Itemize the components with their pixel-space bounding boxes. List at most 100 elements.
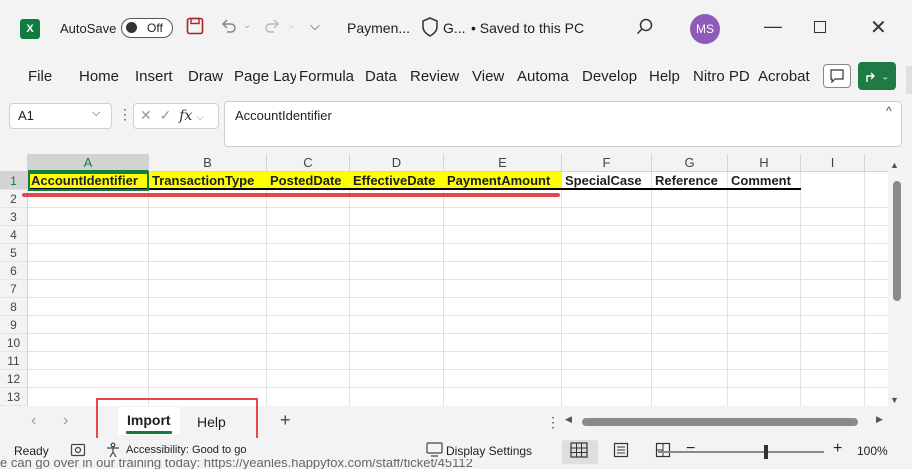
more-tabs-icon[interactable]: ⋮ — [546, 414, 560, 431]
annotation-box — [96, 398, 258, 442]
customize-qat-icon[interactable]: ⌵ — [310, 18, 320, 34]
shield-icon[interactable] — [421, 17, 439, 42]
tab-file[interactable]: File — [28, 68, 52, 85]
collapse-formula-icon[interactable]: ^ — [886, 104, 892, 118]
row-header-4[interactable]: 4 — [0, 226, 28, 244]
search-icon[interactable] — [636, 18, 654, 41]
row-header-8[interactable]: 8 — [0, 298, 28, 316]
tab-home[interactable]: Home — [79, 68, 119, 85]
cell-d1[interactable]: EffectiveDate — [350, 172, 444, 190]
row-header-12[interactable]: 12 — [0, 370, 28, 388]
horizontal-scroll-thumb[interactable] — [582, 418, 858, 426]
row-header-10[interactable]: 10 — [0, 334, 28, 352]
zoom-out-button[interactable]: − — [686, 440, 695, 458]
saved-status[interactable]: • Saved to this PC — [471, 20, 584, 36]
gridline — [28, 225, 888, 226]
cell-e1[interactable]: PaymentAmount — [444, 172, 562, 190]
document-title[interactable]: Paymen... — [347, 20, 410, 36]
zoom-slider[interactable] — [658, 451, 824, 453]
display-settings[interactable]: Display Settings — [446, 444, 532, 458]
vertical-scroll-thumb[interactable] — [893, 181, 901, 301]
scroll-left-icon[interactable]: ◀ — [565, 414, 572, 425]
gridline — [28, 207, 888, 208]
autosave-toggle[interactable]: Off — [121, 18, 173, 38]
column-header-e[interactable]: E — [444, 154, 562, 172]
share-button[interactable]: ⌄ — [858, 62, 896, 90]
column-header-a[interactable]: A — [28, 154, 149, 172]
tab-page-layout[interactable]: Page Lay — [234, 68, 296, 85]
tab-formulas[interactable]: Formula — [299, 68, 359, 85]
more-options-icon[interactable]: ⋮ — [118, 106, 132, 123]
redo-dropdown-icon[interactable]: ⌄ — [287, 20, 295, 31]
column-header-d[interactable]: D — [350, 154, 444, 172]
scroll-down-icon[interactable]: ▼ — [890, 395, 899, 405]
excel-logo-icon: X — [20, 19, 40, 39]
select-all-corner[interactable] — [0, 154, 28, 172]
formula-input[interactable]: AccountIdentifier — [224, 101, 902, 147]
cell-c1[interactable]: PostedDate — [267, 172, 350, 190]
row-header-7[interactable]: 7 — [0, 280, 28, 298]
zoom-in-button[interactable]: + — [833, 440, 842, 458]
tab-draw[interactable]: Draw — [188, 68, 223, 85]
save-icon[interactable] — [186, 17, 204, 40]
column-header-extra[interactable] — [865, 154, 888, 172]
scroll-up-icon[interactable]: ▲ — [890, 160, 899, 170]
add-sheet-button[interactable]: + — [280, 410, 291, 431]
worksheet-grid[interactable]: A B C D E F G H I 1 2 3 4 5 6 7 8 9 10 1… — [0, 154, 888, 406]
accessibility-status[interactable]: Accessibility: Good to go — [126, 444, 246, 456]
annotation-underline — [22, 193, 560, 197]
tab-help[interactable]: Help — [649, 68, 680, 85]
row-header-3[interactable]: 3 — [0, 208, 28, 226]
fx-dropdown-icon[interactable]: ⌵ — [196, 112, 204, 123]
zoom-slider-thumb[interactable] — [764, 445, 768, 459]
undo-icon[interactable] — [220, 17, 238, 40]
tab-automate[interactable]: Automa — [517, 68, 577, 85]
avatar[interactable]: MS — [690, 14, 720, 44]
column-header-b[interactable]: B — [149, 154, 267, 172]
row-header-5[interactable]: 5 — [0, 244, 28, 262]
column-header-f[interactable]: F — [562, 154, 652, 172]
name-box-dropdown-icon[interactable]: ⌵ — [92, 107, 100, 120]
insert-function-icon[interactable]: fx — [179, 108, 192, 124]
prev-sheet-icon[interactable]: ‹ — [31, 412, 36, 430]
row-header-9[interactable]: 9 — [0, 316, 28, 334]
tab-nitro[interactable]: Nitro PD — [693, 68, 751, 85]
cell-g1[interactable]: Reference — [652, 172, 728, 190]
redo-icon[interactable] — [263, 17, 281, 40]
enter-icon[interactable]: ✓ — [160, 107, 172, 123]
tab-view[interactable]: View — [472, 68, 504, 85]
undo-dropdown-icon[interactable]: ⌄ — [243, 20, 251, 31]
cancel-icon[interactable]: ✕ — [140, 107, 152, 123]
row-header-6[interactable]: 6 — [0, 262, 28, 280]
row-header-13[interactable]: 13 — [0, 388, 28, 406]
tab-acrobat[interactable]: Acrobat — [758, 68, 816, 85]
background-window-text: e can go over in our training today: htt… — [0, 459, 473, 469]
tab-data[interactable]: Data — [365, 68, 397, 85]
cell-h1[interactable]: Comment — [728, 172, 801, 190]
gridline — [28, 297, 888, 298]
gridline — [28, 369, 888, 370]
gridline — [28, 243, 888, 244]
display-settings-icon[interactable] — [426, 442, 443, 460]
formula-controls: ✕ ✓ fx ⌵ — [133, 103, 219, 129]
comments-button[interactable] — [823, 64, 851, 88]
maximize-icon[interactable] — [814, 21, 826, 33]
sensitivity-label[interactable]: G... — [443, 20, 466, 36]
column-header-c[interactable]: C — [267, 154, 350, 172]
column-header-g[interactable]: G — [652, 154, 728, 172]
tab-developer[interactable]: Develop — [582, 68, 642, 85]
row-header-1[interactable]: 1 — [0, 172, 28, 190]
cell-b1[interactable]: TransactionType — [149, 172, 267, 190]
scroll-right-icon[interactable]: ▶ — [876, 414, 883, 425]
tab-insert[interactable]: Insert — [135, 68, 173, 85]
close-icon[interactable]: ✕ — [870, 15, 887, 40]
row-header-11[interactable]: 11 — [0, 352, 28, 370]
column-header-h[interactable]: H — [728, 154, 801, 172]
next-sheet-icon[interactable]: › — [63, 412, 68, 430]
zoom-level[interactable]: 100% — [857, 444, 888, 458]
toggle-knob — [126, 22, 137, 33]
column-header-i[interactable]: I — [801, 154, 865, 172]
cell-f1[interactable]: SpecialCase — [562, 172, 652, 190]
tab-review[interactable]: Review — [410, 68, 459, 85]
minimize-icon[interactable]: — — [764, 16, 782, 37]
